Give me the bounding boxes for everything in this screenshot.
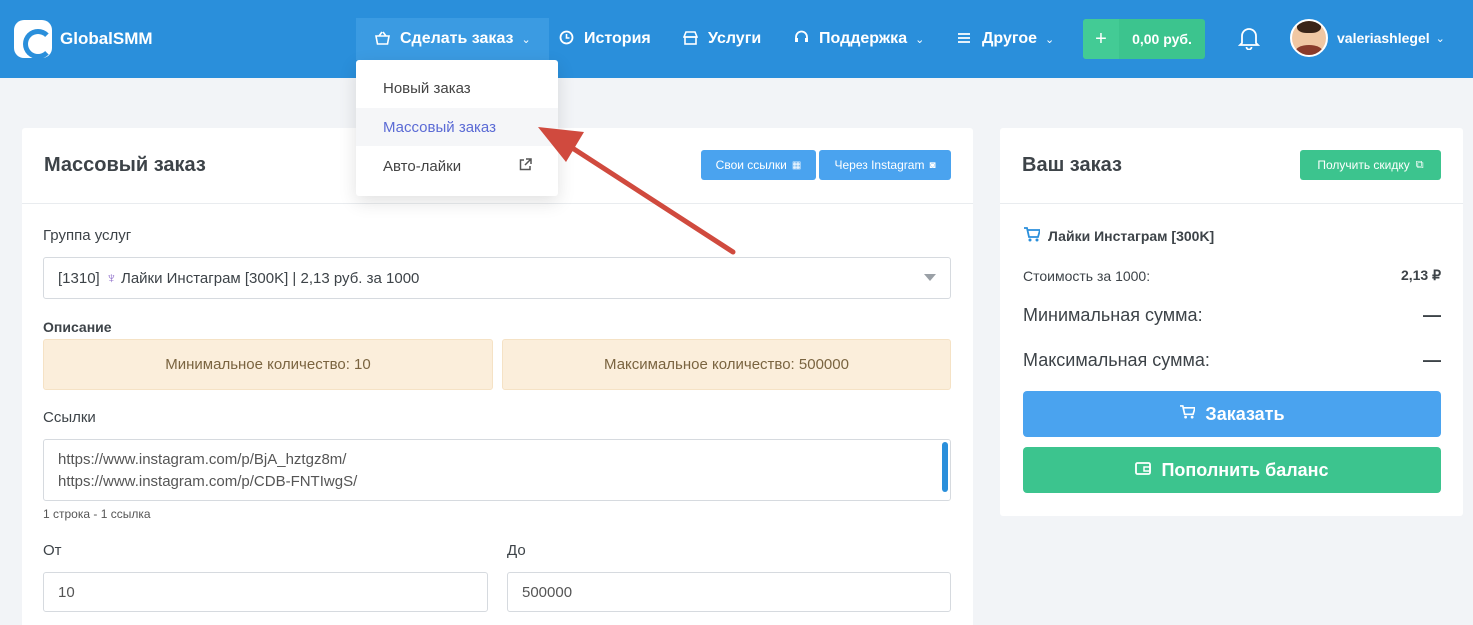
nav-other[interactable]: Другое ⌄ [956, 18, 1054, 60]
min-sum-value: — [1423, 305, 1441, 325]
shopping-basket-icon [374, 31, 390, 48]
own-links-button[interactable]: Свои ссылки ▦ [701, 150, 816, 180]
nav-other-label: Другое [982, 30, 1037, 47]
plus-icon: + [1083, 19, 1119, 59]
nav-history-label: История [584, 30, 651, 47]
cart-icon [1179, 405, 1197, 423]
service-id: [1310] [58, 269, 100, 287]
your-order-title: Ваш заказ [1022, 154, 1122, 176]
chevron-down-icon: ⌄ [1435, 32, 1445, 45]
service-group-label: Группа услуг [43, 227, 132, 244]
chevron-down-icon: ⌄ [521, 33, 531, 46]
get-discount-button[interactable]: Получить скидку ⧉ [1300, 150, 1441, 180]
min-sum-row: Минимальная сумма: — [1023, 305, 1441, 326]
via-instagram-label: Через Instagram [834, 158, 925, 172]
menu-item-auto-likes[interactable]: Авто-лайки [356, 147, 558, 185]
links-hint: 1 строка - 1 ссылка [43, 507, 151, 521]
nav-services-label: Услуги [708, 30, 762, 47]
chevron-down-icon: ⌄ [915, 33, 925, 46]
to-value: 500000 [522, 583, 573, 601]
price-value: 2,13 ₽ [1400, 267, 1441, 283]
order-button[interactable]: Заказать [1023, 391, 1441, 437]
balance-amount: 0,00 руб. [1132, 31, 1192, 47]
min-quantity-info: Минимальное количество: 10 [43, 339, 493, 390]
to-label: До [507, 542, 526, 559]
to-input[interactable]: 500000 [507, 572, 951, 612]
nav-support[interactable]: Поддержка ⌄ [793, 18, 924, 60]
external-link-icon [519, 158, 532, 174]
nav-support-label: Поддержка [819, 30, 908, 47]
menu-item-label: Авто-лайки [383, 157, 462, 175]
headset-icon [793, 30, 809, 48]
external-link-icon: ⧉ [1415, 158, 1424, 171]
avatar [1290, 19, 1328, 57]
order-dropdown-menu: Новый заказ Массовый заказ Авто-лайки [356, 60, 558, 196]
menu-item-mass-order[interactable]: Массовый заказ [356, 108, 558, 146]
wallet-icon [1135, 461, 1152, 479]
menu-item-new-order[interactable]: Новый заказ [356, 69, 558, 107]
add-balance-button[interactable]: + 0,00 руб. [1083, 19, 1205, 59]
nav-make-order-label: Сделать заказ [400, 30, 514, 47]
selected-service: Лайки Инстаграм [300K] [1023, 227, 1441, 245]
store-icon [682, 30, 698, 48]
description-label: Описание [43, 319, 112, 335]
instagram-icon: ◙ [929, 159, 936, 171]
max-quantity-info: Максимальное количество: 500000 [502, 339, 951, 390]
menu-icon [956, 31, 972, 47]
menu-item-label: Массовый заказ [383, 118, 496, 136]
via-instagram-button[interactable]: Через Instagram ◙ [819, 150, 951, 180]
get-discount-label: Получить скидку [1317, 158, 1410, 172]
from-input[interactable]: 10 [43, 572, 488, 612]
logo-icon [14, 20, 53, 59]
qr-code-icon: ▦ [791, 159, 802, 171]
price-row: Стоимость за 1000: 2,13 ₽ [1023, 267, 1441, 284]
topup-balance-button[interactable]: Пополнить баланс [1023, 447, 1441, 493]
user-name: valeriashlegel [1337, 30, 1430, 46]
nav-history[interactable]: История [558, 18, 651, 60]
nav-make-order[interactable]: Сделать заказ ⌄ [356, 18, 549, 60]
own-links-label: Свои ссылки [715, 158, 787, 172]
from-value: 10 [58, 583, 75, 601]
link-line: https://www.instagram.com/p/BjA_hztgz8m/ [58, 451, 347, 468]
menu-item-label: Новый заказ [383, 79, 471, 97]
user-menu[interactable]: valeriashlegel ⌄ [1290, 19, 1445, 57]
brand-name: GlobalSMM [60, 29, 153, 48]
order-button-label: Заказать [1205, 403, 1285, 424]
links-textarea[interactable]: https://www.instagram.com/p/BjA_hztgz8m/… [43, 439, 951, 501]
max-sum-row: Максимальная сумма: — [1023, 350, 1441, 371]
price-label: Стоимость за 1000: [1023, 267, 1151, 284]
selected-service-name: Лайки Инстаграм [300K] [1048, 228, 1215, 244]
mass-order-card: Массовый заказ Свои ссылки ▦ Через Insta… [22, 128, 973, 625]
top-navbar: GlobalSMM Сделать заказ ⌄ История Услуги… [0, 0, 1473, 78]
nav-services[interactable]: Услуги [682, 18, 761, 60]
cart-icon [1023, 227, 1042, 245]
caret-down-icon [924, 274, 936, 281]
your-order-card: Ваш заказ Получить скидку ⧉ Лайки Инстаг… [1000, 128, 1463, 516]
service-group-value: Лайки Инстаграм [300K] | 2,13 руб. за 10… [120, 269, 420, 287]
max-sum-label: Максимальная сумма: [1023, 350, 1210, 370]
textarea-scrollbar[interactable] [942, 442, 948, 492]
clock-icon [558, 30, 574, 48]
from-label: От [43, 542, 62, 559]
like-service-icon: ♆ [105, 269, 117, 287]
chevron-down-icon: ⌄ [1044, 33, 1055, 46]
service-group-select[interactable]: [1310] ♆ Лайки Инстаграм [300K] | 2,13 р… [43, 257, 951, 299]
brand-logo[interactable]: GlobalSMM [14, 20, 153, 59]
max-sum-value: — [1423, 350, 1441, 370]
link-line: https://www.instagram.com/p/CDB-FNTIwgS/ [58, 473, 358, 490]
page-title: Массовый заказ [44, 154, 206, 176]
min-sum-label: Минимальная сумма: [1023, 305, 1203, 325]
links-label: Ссылки [43, 409, 96, 426]
topup-balance-label: Пополнить баланс [1161, 459, 1329, 480]
card-header: Ваш заказ Получить скидку ⧉ [1000, 128, 1463, 204]
bell-icon[interactable] [1237, 26, 1261, 51]
